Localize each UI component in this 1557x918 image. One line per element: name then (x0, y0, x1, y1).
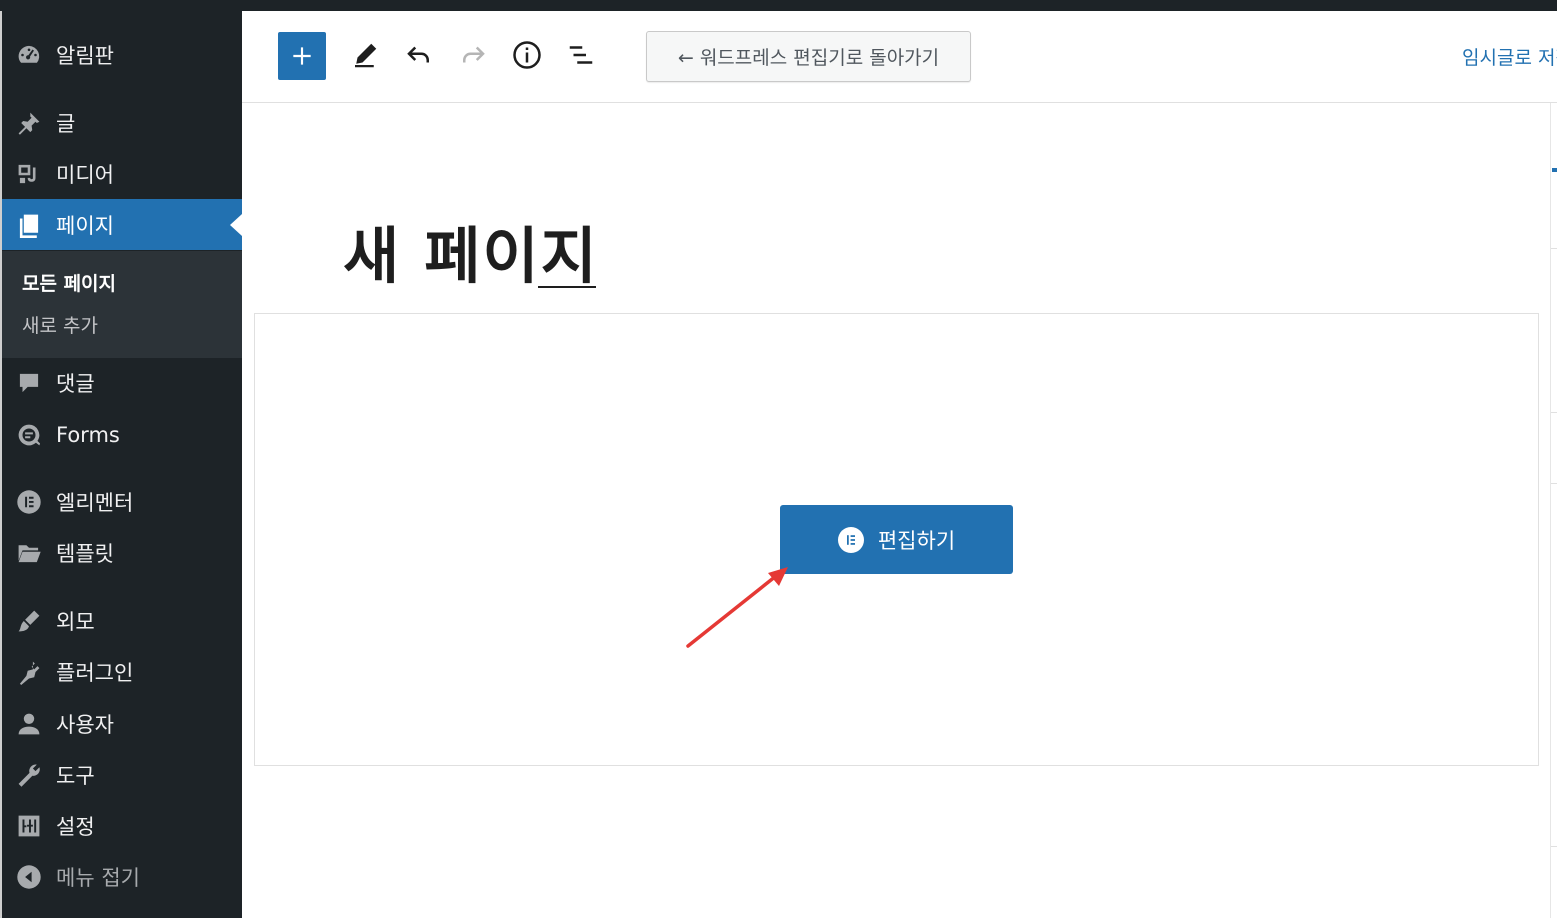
sidebar-item-label: 사용자 (56, 712, 114, 737)
user-icon (14, 709, 44, 739)
add-block-button[interactable] (278, 32, 326, 80)
settings-divider (1551, 412, 1557, 413)
sidebar-item-label: 템플릿 (56, 541, 114, 566)
sidebar-item-posts[interactable]: 글 (2, 97, 242, 148)
settings-sidebar-edge (1550, 103, 1557, 918)
sidebar-item-label: 플러그인 (56, 660, 134, 685)
page-title[interactable]: 새 페이지 (343, 206, 599, 295)
sidebar-item-media[interactable]: 미디어 (2, 148, 242, 199)
settings-icon (14, 811, 44, 841)
media-icon (14, 159, 44, 189)
sidebar-item-label: 메뉴 접기 (56, 865, 140, 890)
editor-toolbar: ← 워드프레스 편집기로 돌아가기 임시글로 저장 (242, 11, 1557, 103)
submenu-add-new[interactable]: 새로 추가 (22, 311, 98, 338)
sidebar-item-label: 알림판 (56, 43, 114, 68)
sidebar-collapse[interactable]: 메뉴 접기 (2, 851, 242, 902)
pencil-icon (355, 43, 377, 68)
annotation-arrow (686, 567, 788, 648)
redo-icon (463, 46, 485, 63)
undo-icon (407, 46, 429, 63)
redo-button[interactable] (456, 37, 490, 73)
plugin-icon (14, 657, 44, 687)
settings-divider (1551, 248, 1557, 249)
sidebar-item-label: 설정 (56, 814, 95, 839)
undo-button[interactable] (402, 37, 436, 73)
back-to-wordpress-editor-button[interactable]: ← 워드프레스 편집기로 돌아가기 (646, 31, 971, 82)
sidebar-item-label: 도구 (56, 763, 95, 788)
sidebar-item-pages[interactable]: 페이지 (2, 199, 242, 250)
elementor-icon (837, 526, 864, 553)
admin-sidebar: 알림판 글 미디어 페이지 모든 페이지 새로 추가 댓글 Forms 엘리멘터… (0, 11, 242, 918)
list-view-button[interactable] (564, 37, 598, 73)
plus-icon (293, 47, 311, 65)
sidebar-item-templates[interactable]: 템플릿 (2, 527, 242, 578)
admin-top-bar (0, 0, 1557, 11)
dashboard-icon (14, 40, 44, 70)
sidebar-item-label: 미디어 (56, 162, 114, 187)
sidebar-item-appearance[interactable]: 외모 (2, 595, 242, 646)
sidebar-item-comments[interactable]: 댓글 (2, 357, 242, 408)
elementor-icon (14, 487, 44, 517)
sidebar-item-label: 글 (56, 111, 76, 136)
sidebar-item-label: 페이지 (56, 213, 114, 238)
folder-icon (14, 538, 44, 568)
info-icon (513, 41, 541, 69)
sidebar-item-label: Forms (56, 422, 120, 447)
forms-icon (14, 420, 44, 450)
settings-divider (1551, 483, 1557, 484)
sidebar-item-forms[interactable]: Forms (2, 409, 242, 460)
sidebar-item-label: 외모 (56, 609, 95, 634)
sidebar-item-label: 댓글 (56, 371, 95, 396)
save-draft-link[interactable]: 임시글로 저장 (1462, 43, 1557, 70)
comment-icon (14, 368, 44, 398)
sidebar-item-users[interactable]: 사용자 (2, 698, 242, 749)
submenu-all-pages[interactable]: 모든 페이지 (22, 269, 116, 296)
wrench-icon (14, 760, 44, 790)
pages-submenu: 모든 페이지 새로 추가 (2, 251, 242, 358)
sidebar-item-elementor[interactable]: 엘리멘터 (2, 476, 242, 527)
details-button[interactable] (510, 37, 544, 73)
settings-divider (1551, 846, 1557, 847)
pages-icon (14, 210, 44, 240)
edit-with-elementor-button[interactable]: 편집하기 (780, 505, 1013, 574)
list-view-icon (569, 46, 593, 64)
sidebar-item-dashboard[interactable]: 알림판 (2, 29, 242, 80)
collapse-icon (14, 862, 44, 892)
brush-icon (14, 606, 44, 636)
pin-icon (14, 108, 44, 138)
settings-tab-indicator (1552, 168, 1557, 172)
sidebar-item-plugins[interactable]: 플러그인 (2, 646, 242, 697)
tools-button[interactable] (348, 37, 382, 73)
edit-button-label: 편집하기 (877, 528, 956, 553)
title-text-cursor (538, 286, 596, 288)
sidebar-item-label: 엘리멘터 (56, 490, 134, 515)
sidebar-item-tools[interactable]: 도구 (2, 749, 242, 800)
sidebar-item-settings[interactable]: 설정 (2, 800, 242, 851)
